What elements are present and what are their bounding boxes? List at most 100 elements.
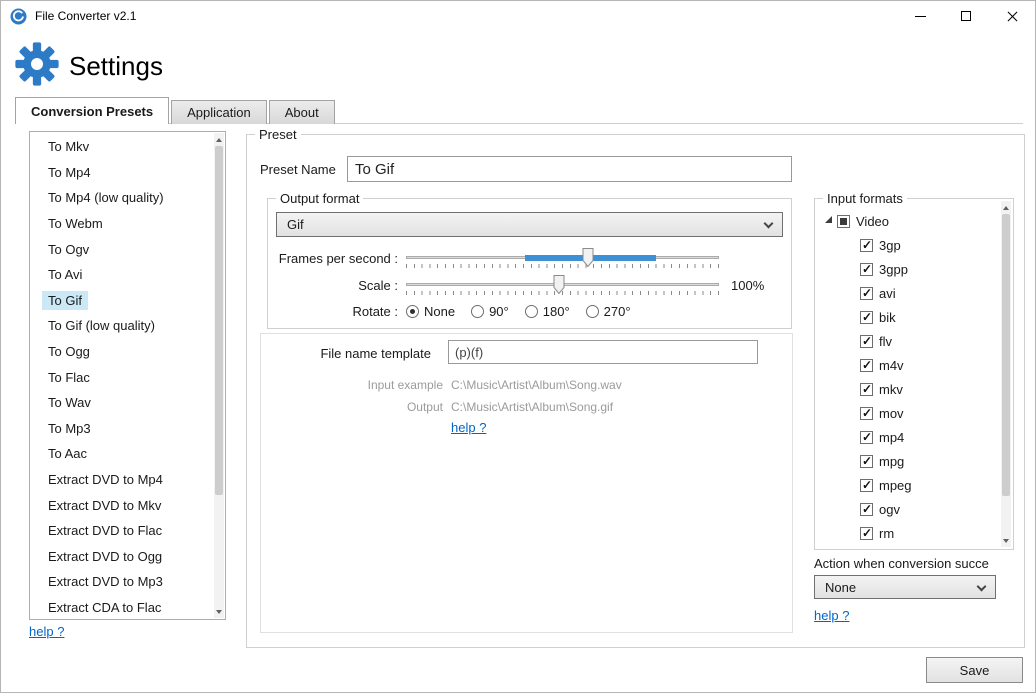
save-button[interactable]: Save	[926, 657, 1023, 683]
preset-list-item-label: To Aac	[42, 444, 93, 463]
preset-list-item[interactable]: To Aac	[30, 441, 214, 467]
maximize-button[interactable]	[943, 1, 989, 31]
formats-tree-root[interactable]: Video	[817, 209, 1000, 233]
tab-application[interactable]: Application	[171, 100, 267, 124]
output-format-value: Gif	[287, 217, 304, 232]
preset-list-item[interactable]: To Flac	[30, 364, 214, 390]
checkbox-icon[interactable]	[860, 503, 873, 516]
preset-list-item[interactable]: To Gif	[30, 288, 214, 314]
format-item[interactable]: 3gp	[817, 233, 1000, 257]
formats-tree: Video 3gp 3gpp avibikflvm4vmkvmovmp4mpg mpe…	[817, 209, 1000, 547]
preset-list-item[interactable]: To Mp4	[30, 160, 214, 186]
rotate-option-270[interactable]: 270°	[586, 304, 631, 319]
format-item[interactable]: mpg	[817, 449, 1000, 473]
scroll-up-icon[interactable]	[214, 133, 224, 146]
preset-list-item[interactable]: To Mp3	[30, 416, 214, 442]
format-item-label: 3gp	[879, 238, 901, 253]
format-item[interactable]: flv	[817, 329, 1000, 353]
video-checkbox-icon[interactable]	[837, 215, 850, 228]
scale-value: 100%	[731, 278, 764, 293]
output-example-label: Output	[261, 400, 443, 414]
scale-slider-thumb[interactable]	[554, 275, 565, 294]
preset-list-item[interactable]: Extract DVD to Mp3	[30, 569, 214, 595]
close-button[interactable]	[989, 1, 1035, 31]
checkbox-icon[interactable]	[860, 263, 873, 276]
file-naming-help-link[interactable]: help ?	[451, 420, 486, 435]
format-item-label: 3gpp	[879, 262, 908, 277]
format-item-label: rm	[879, 526, 894, 541]
fps-slider[interactable]	[406, 247, 719, 269]
checkbox-icon[interactable]	[860, 239, 873, 252]
preset-list-item[interactable]: Extract DVD to Flac	[30, 518, 214, 544]
preset-list-item[interactable]: Extract DVD to Ogg	[30, 544, 214, 570]
scroll-down-icon[interactable]	[1001, 534, 1011, 547]
format-item[interactable]: avi	[817, 281, 1000, 305]
preset-list-item[interactable]: To Ogv	[30, 236, 214, 262]
preset-list-item[interactable]: To Avi	[30, 262, 214, 288]
format-item[interactable]: mp4	[817, 425, 1000, 449]
scrollbar-thumb[interactable]	[215, 146, 223, 495]
checkbox-icon[interactable]	[860, 527, 873, 540]
format-item[interactable]: m4v	[817, 353, 1000, 377]
checkbox-icon[interactable]	[860, 359, 873, 372]
preset-list-item-label: To Gif (low quality)	[42, 316, 161, 335]
conversion-action-label: Action when conversion succe	[814, 556, 1012, 571]
scroll-down-icon[interactable]	[214, 605, 224, 618]
rotate-option-90[interactable]: 90°	[471, 304, 509, 319]
preset-list-item[interactable]: Extract DVD to Mp4	[30, 467, 214, 493]
preset-list-item[interactable]: To Gif (low quality)	[30, 313, 214, 339]
action-help-link[interactable]: help ?	[814, 608, 849, 623]
checkbox-icon[interactable]	[860, 431, 873, 444]
format-item[interactable]: rm	[817, 521, 1000, 545]
format-item[interactable]: bik	[817, 305, 1000, 329]
preset-list-item[interactable]: To Mp4 (low quality)	[30, 185, 214, 211]
file-name-template-input[interactable]	[448, 340, 758, 364]
chevron-down-icon	[764, 219, 774, 229]
checkbox-icon[interactable]	[860, 383, 873, 396]
input-formats-group: Input formats Video 3gp3gppavibikflvm4vm…	[814, 198, 1014, 550]
preset-list-item-label: Extract DVD to Mkv	[42, 496, 167, 515]
format-item[interactable]: ogv	[817, 497, 1000, 521]
conversion-action-select[interactable]: None	[814, 575, 996, 599]
tab-conversion-presets[interactable]: Conversion Presets	[15, 97, 169, 124]
checkbox-icon[interactable]	[860, 407, 873, 420]
scroll-up-icon[interactable]	[1001, 201, 1011, 214]
scale-slider[interactable]	[406, 274, 719, 296]
preset-list-item-label: To Flac	[42, 368, 96, 387]
tree-expander-icon[interactable]	[825, 216, 832, 223]
fps-label: Frames per second :	[276, 251, 398, 266]
checkbox-icon[interactable]	[860, 455, 873, 468]
preset-list-item[interactable]: Extract CDA to Flac	[30, 595, 214, 617]
preset-name-input[interactable]	[347, 156, 792, 182]
fps-slider-thumb[interactable]	[582, 248, 593, 267]
scrollbar-thumb[interactable]	[1002, 214, 1010, 496]
minimize-button[interactable]	[897, 1, 943, 31]
rotate-option-none[interactable]: None	[406, 304, 455, 319]
preset-list-item[interactable]: To Webm	[30, 211, 214, 237]
preset-list-item[interactable]: To Mkv	[30, 134, 214, 160]
scale-label: Scale :	[276, 278, 398, 293]
rotate-option-180[interactable]: 180°	[525, 304, 570, 319]
format-item[interactable]: 3gpp	[817, 257, 1000, 281]
format-item[interactable]: mov	[817, 401, 1000, 425]
output-format-select[interactable]: Gif	[276, 212, 783, 237]
scrollbar-track[interactable]	[1001, 214, 1011, 534]
checkbox-icon[interactable]	[860, 335, 873, 348]
preset-list-item[interactable]: To Wav	[30, 390, 214, 416]
checkbox-icon[interactable]	[860, 479, 873, 492]
tab-about[interactable]: About	[269, 100, 335, 124]
format-item[interactable]: mkv	[817, 377, 1000, 401]
page-title: Settings	[69, 51, 163, 82]
sidebar-help-link[interactable]: help ?	[29, 624, 64, 639]
preset-list-item[interactable]: To Ogg	[30, 339, 214, 365]
checkbox-icon[interactable]	[860, 287, 873, 300]
preset-list-scrollbar[interactable]	[214, 133, 224, 618]
formats-scrollbar[interactable]	[1001, 201, 1011, 547]
preset-list-item-label: Extract CDA to Flac	[42, 598, 167, 617]
chevron-down-icon	[977, 582, 987, 592]
checkbox-icon[interactable]	[860, 311, 873, 324]
scrollbar-track[interactable]	[214, 146, 224, 605]
preset-list-item[interactable]: Extract DVD to Mkv	[30, 492, 214, 518]
format-item[interactable]: mpeg	[817, 473, 1000, 497]
format-item-label: mpeg	[879, 478, 912, 493]
